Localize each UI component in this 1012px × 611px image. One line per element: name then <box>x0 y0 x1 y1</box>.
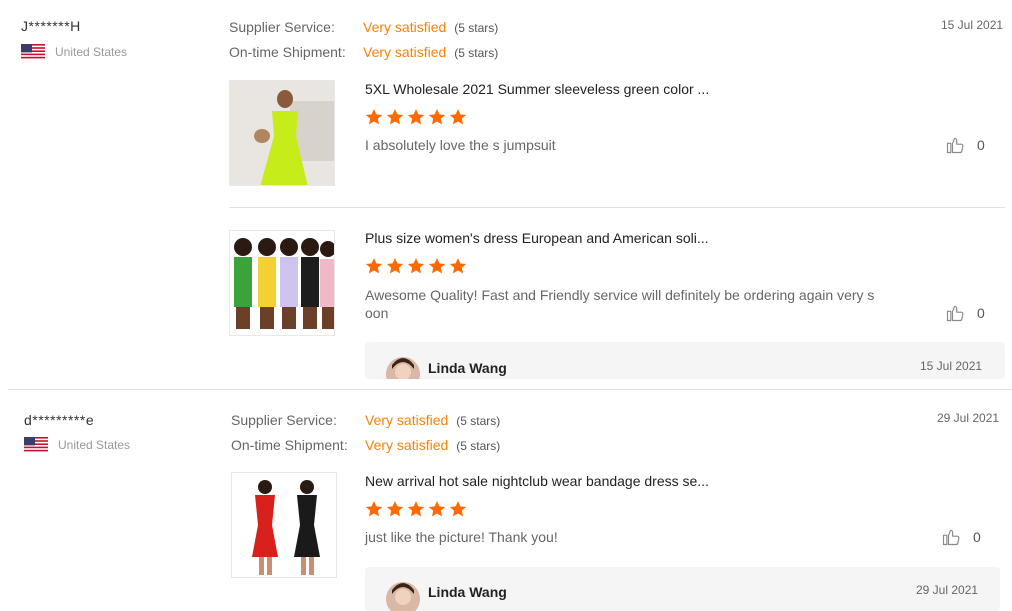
star-icon <box>386 258 404 274</box>
buyer-country: United States <box>21 44 127 60</box>
seller-reply: Linda Wang 15 Jul 2021 <box>365 342 1005 379</box>
review-text: just like the picture! Thank you! <box>365 529 558 545</box>
country-label: United States <box>58 438 131 452</box>
reply-name: Linda Wang <box>428 584 507 600</box>
star-icon <box>386 501 404 517</box>
supplier-service-rating: Supplier Service: Very satisfied (5 star… <box>231 412 500 428</box>
item-divider <box>229 207 1005 208</box>
avatar <box>386 357 420 379</box>
product-image[interactable] <box>229 80 335 186</box>
star-icon <box>428 109 446 125</box>
shipment-stars: (5 stars) <box>456 439 501 453</box>
star-icon <box>428 501 446 517</box>
like-button[interactable]: 0 <box>945 135 985 155</box>
avatar <box>386 582 420 611</box>
supplier-service-value: Very satisfied <box>365 412 449 428</box>
buyer-country: United States <box>24 437 130 453</box>
product-title[interactable]: New arrival hot sale nightclub wear band… <box>365 473 709 489</box>
shipment-stars: (5 stars) <box>454 46 499 60</box>
seller-reply: Linda Wang 29 Jul 2021 <box>365 567 1000 611</box>
reply-name: Linda Wang <box>428 360 507 376</box>
like-count: 0 <box>973 529 981 545</box>
shipment-value: Very satisfied <box>365 437 449 453</box>
review-date: 15 Jul 2021 <box>941 18 1004 32</box>
like-button[interactable]: 0 <box>945 303 985 323</box>
shipment-rating: On-time Shipment: Very satisfied (5 star… <box>231 437 500 453</box>
star-icon <box>449 258 467 274</box>
star-icon <box>407 109 425 125</box>
shipment-label: On-time Shipment: <box>231 437 348 453</box>
us-flag-icon <box>24 437 48 453</box>
country-label: United States <box>55 45 128 59</box>
item-star-rating <box>365 257 467 275</box>
star-icon <box>428 258 446 274</box>
item-star-rating <box>365 108 467 126</box>
buyer-name: J*******H <box>21 18 81 34</box>
supplier-service-stars: (5 stars) <box>456 414 501 428</box>
like-count: 0 <box>977 305 985 321</box>
review-date: 29 Jul 2021 <box>937 411 1000 425</box>
thumbs-up-icon <box>946 137 964 154</box>
product-image[interactable] <box>229 230 335 336</box>
star-icon <box>407 258 425 274</box>
star-icon <box>386 109 404 125</box>
us-flag-icon <box>21 44 45 60</box>
star-icon <box>365 109 383 125</box>
review-text-line: oon <box>365 305 389 321</box>
star-icon <box>407 501 425 517</box>
reply-date: 29 Jul 2021 <box>916 583 979 597</box>
product-title[interactable]: 5XL Wholesale 2021 Summer sleeveless gre… <box>365 81 709 97</box>
like-button[interactable]: 0 <box>941 527 981 547</box>
item-star-rating <box>365 500 467 518</box>
review-card: J*******H United States Supplier Service… <box>0 0 1012 390</box>
supplier-service-label: Supplier Service: <box>231 412 337 428</box>
star-icon <box>365 501 383 517</box>
star-icon <box>449 501 467 517</box>
product-title[interactable]: Plus size women's dress European and Ame… <box>365 230 709 246</box>
like-count: 0 <box>977 137 985 153</box>
shipment-rating: On-time Shipment: Very satisfied (5 star… <box>229 44 498 60</box>
star-icon <box>365 258 383 274</box>
thumbs-up-icon <box>946 305 964 322</box>
shipment-label: On-time Shipment: <box>229 44 346 60</box>
reply-date: 15 Jul 2021 <box>920 359 983 373</box>
thumbs-up-icon <box>942 529 960 546</box>
review-card: d*********e United States Supplier Servi… <box>0 390 1012 611</box>
star-icon <box>449 109 467 125</box>
supplier-service-value: Very satisfied <box>363 19 447 35</box>
shipment-value: Very satisfied <box>363 44 447 60</box>
product-image[interactable] <box>231 472 337 578</box>
review-text: Awesome Quality! Fast and Friendly servi… <box>365 286 905 322</box>
supplier-service-stars: (5 stars) <box>454 21 499 35</box>
buyer-name: d*********e <box>24 412 95 428</box>
review-text-line: Awesome Quality! Fast and Friendly servi… <box>365 287 875 303</box>
review-text: I absolutely love the s jumpsuit <box>365 137 556 153</box>
supplier-service-label: Supplier Service: <box>229 19 335 35</box>
supplier-service-rating: Supplier Service: Very satisfied (5 star… <box>229 19 498 35</box>
